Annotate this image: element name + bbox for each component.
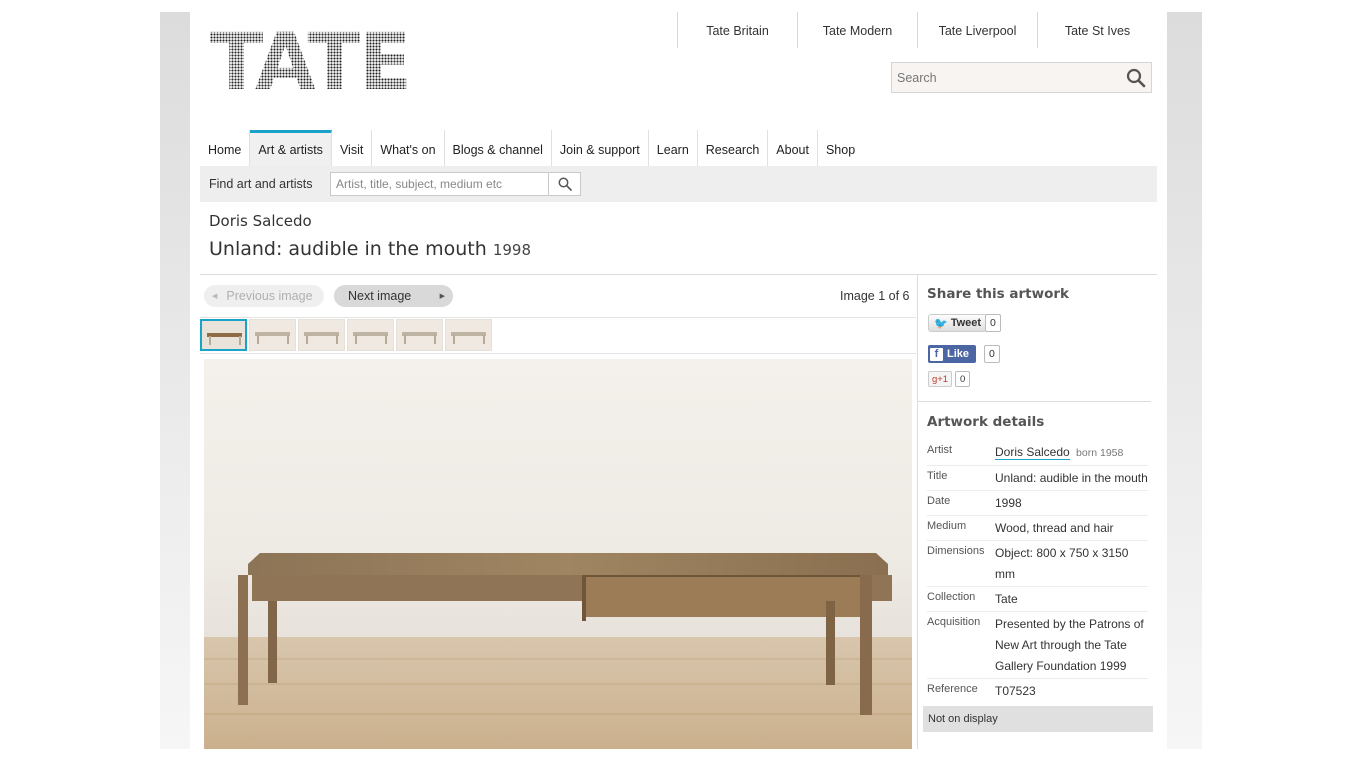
details-label: Collection [927, 591, 976, 603]
like-count: 0 [984, 345, 1000, 363]
thumbnail-4[interactable] [347, 319, 394, 351]
details-label: Medium [927, 520, 967, 532]
divider [200, 353, 916, 354]
nav-item-art-artists[interactable]: Art & artists [250, 130, 332, 166]
google-plus-button[interactable]: g+1 [928, 371, 952, 387]
previous-image-button[interactable]: ◀ Previous image [204, 285, 324, 307]
find-art-input[interactable] [330, 172, 549, 196]
site-link-tate-liverpool[interactable]: Tate Liverpool [917, 12, 1037, 48]
image-count: Image 1 of 6 [840, 289, 910, 303]
find-art-bar: Find art and artists [200, 166, 1157, 202]
details-value: Wood, thread and hair [995, 521, 1114, 535]
artwork-year: 1998 [492, 241, 531, 259]
artist-link[interactable]: Doris Salcedo [995, 445, 1070, 460]
site-link-tate-modern[interactable]: Tate Modern [797, 12, 917, 48]
thumbnail-6[interactable] [445, 319, 492, 351]
next-image-label: Next image [348, 289, 412, 303]
gplus-label: g+1 [931, 373, 949, 385]
like-label: Like [947, 348, 970, 360]
site-link-tate-st-ives[interactable]: Tate St Ives [1037, 12, 1157, 48]
divider [917, 275, 918, 749]
nav-item-shop[interactable]: Shop [818, 130, 863, 166]
tate-logo[interactable]: TATE [210, 18, 412, 108]
nav-item-learn[interactable]: Learn [649, 130, 698, 166]
details-value: T07523 [995, 684, 1036, 698]
search-icon [1126, 68, 1146, 87]
details-value: Presented by the Patrons of New Art thro… [995, 617, 1144, 673]
arrow-left-icon: ◀ [212, 293, 218, 300]
gplus-count: 0 [955, 371, 971, 387]
details-row: Date 1998 [927, 491, 1148, 516]
main-nav: Home Art & artists Visit What's on Blogs… [200, 130, 1157, 166]
thumbnail-1[interactable] [200, 319, 247, 351]
details-label: Dimensions [927, 545, 985, 557]
nav-item-home[interactable]: Home [200, 130, 251, 166]
details-value: Tate [995, 592, 1018, 606]
find-label: Find art and artists [209, 177, 313, 191]
next-image-button[interactable]: Next image ▶ [334, 285, 453, 307]
details-label: Artist [927, 444, 953, 456]
nav-item-research[interactable]: Research [698, 130, 769, 166]
divider [200, 274, 1157, 275]
nav-item-whats-on[interactable]: What's on [372, 130, 445, 166]
tweet-count: 0 [985, 314, 1001, 332]
site-search [891, 62, 1152, 93]
nav-item-visit[interactable]: Visit [332, 130, 373, 166]
facebook-like-button[interactable]: f Like [928, 345, 976, 363]
display-status: Not on display [923, 706, 1153, 732]
thumbnail-2[interactable] [249, 319, 296, 351]
tweet-button[interactable]: 🐦 Tweet [928, 314, 988, 332]
site-link-tate-britain[interactable]: Tate Britain [677, 12, 797, 48]
details-row: Acquisition Presented by the Patrons of … [927, 612, 1148, 679]
page-gutter-right [1167, 12, 1202, 749]
details-label: Acquisition [927, 616, 981, 628]
share-title: Share this artwork [927, 286, 1069, 302]
artwork-details-table: Artist Doris Salcedo born 1958 Title Unl… [927, 440, 1148, 703]
site-links: Tate Britain Tate Modern Tate Liverpool … [677, 12, 1157, 48]
artwork-details-title: Artwork details [927, 414, 1045, 430]
details-row: Artist Doris Salcedo born 1958 [927, 440, 1148, 466]
previous-image-label: Previous image [226, 289, 313, 303]
twitter-bird-icon: 🐦 [934, 317, 948, 330]
find-search-button[interactable] [549, 172, 581, 196]
divider [200, 317, 916, 318]
artwork-image[interactable] [204, 359, 912, 749]
details-row: Reference T07523 [927, 679, 1148, 703]
details-row: Collection Tate [927, 587, 1148, 612]
details-row: Medium Wood, thread and hair [927, 516, 1148, 541]
facebook-icon: f [930, 347, 943, 361]
artwork-title: Unland: audible in the mouth 1998 [209, 238, 531, 260]
search-icon [558, 177, 572, 191]
details-label: Date [927, 495, 951, 507]
nav-item-blogs-channel[interactable]: Blogs & channel [445, 130, 552, 166]
search-input[interactable] [892, 70, 1121, 85]
logo-text: TATE [210, 18, 412, 108]
tweet-label: Tweet [950, 317, 982, 329]
thumbnail-5[interactable] [396, 319, 443, 351]
details-row: Title Unland: audible in the mouth [927, 466, 1148, 491]
nav-item-about[interactable]: About [768, 130, 818, 166]
page: TATE Tate Britain Tate Modern Tate Liver… [190, 12, 1167, 749]
arrow-right-icon: ▶ [439, 293, 445, 300]
page-gutter-left [160, 12, 190, 749]
nav-item-join-support[interactable]: Join & support [552, 130, 649, 166]
details-label: Title [927, 470, 948, 482]
search-button[interactable] [1121, 68, 1151, 88]
thumbnail-3[interactable] [298, 319, 345, 351]
details-value: Object: 800 x 750 x 3150 mm [995, 546, 1129, 581]
artist-name-heading[interactable]: Doris Salcedo [209, 212, 312, 230]
details-row: Dimensions Object: 800 x 750 x 3150 mm [927, 541, 1148, 587]
divider [918, 401, 1151, 402]
details-label: Reference [927, 683, 978, 695]
artist-born: born 1958 [1076, 447, 1124, 459]
details-value: 1998 [995, 496, 1022, 510]
thumbnail-strip [200, 319, 494, 353]
details-value: Unland: audible in the mouth [995, 471, 1148, 485]
details-value: Doris Salcedo born 1958 [995, 442, 1148, 464]
artwork-title-text: Unland: audible in the mouth [209, 238, 487, 260]
